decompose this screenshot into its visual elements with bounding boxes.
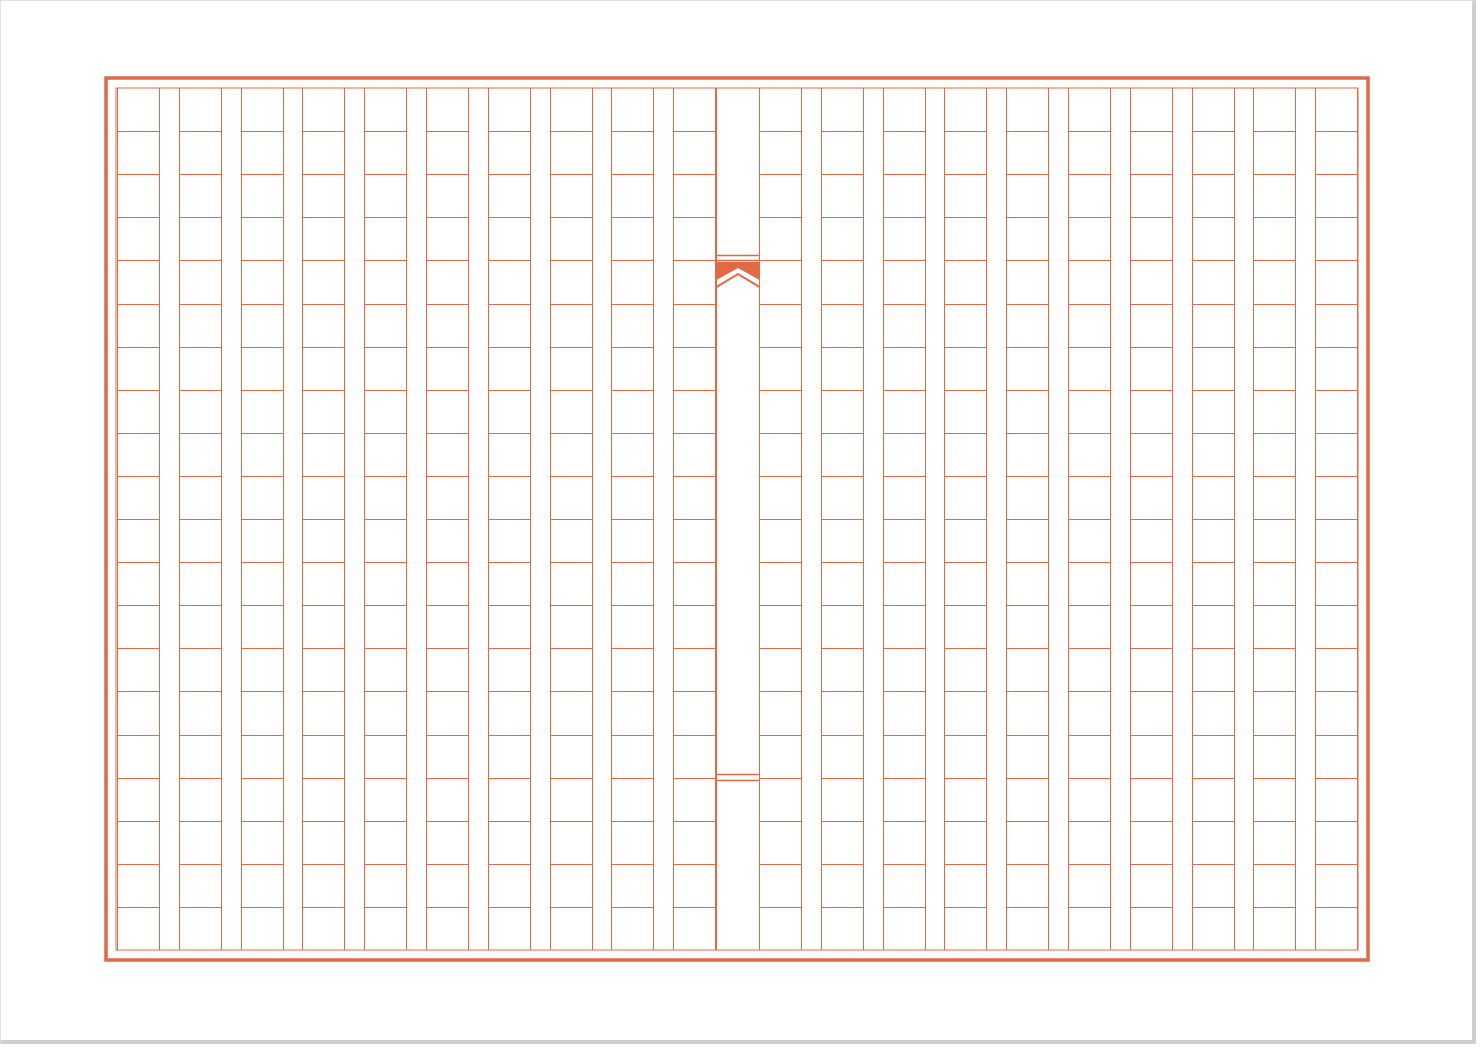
manuscript-paper bbox=[104, 76, 1370, 962]
chevron-up-icon bbox=[716, 262, 760, 280]
outer-frame bbox=[104, 76, 1370, 962]
